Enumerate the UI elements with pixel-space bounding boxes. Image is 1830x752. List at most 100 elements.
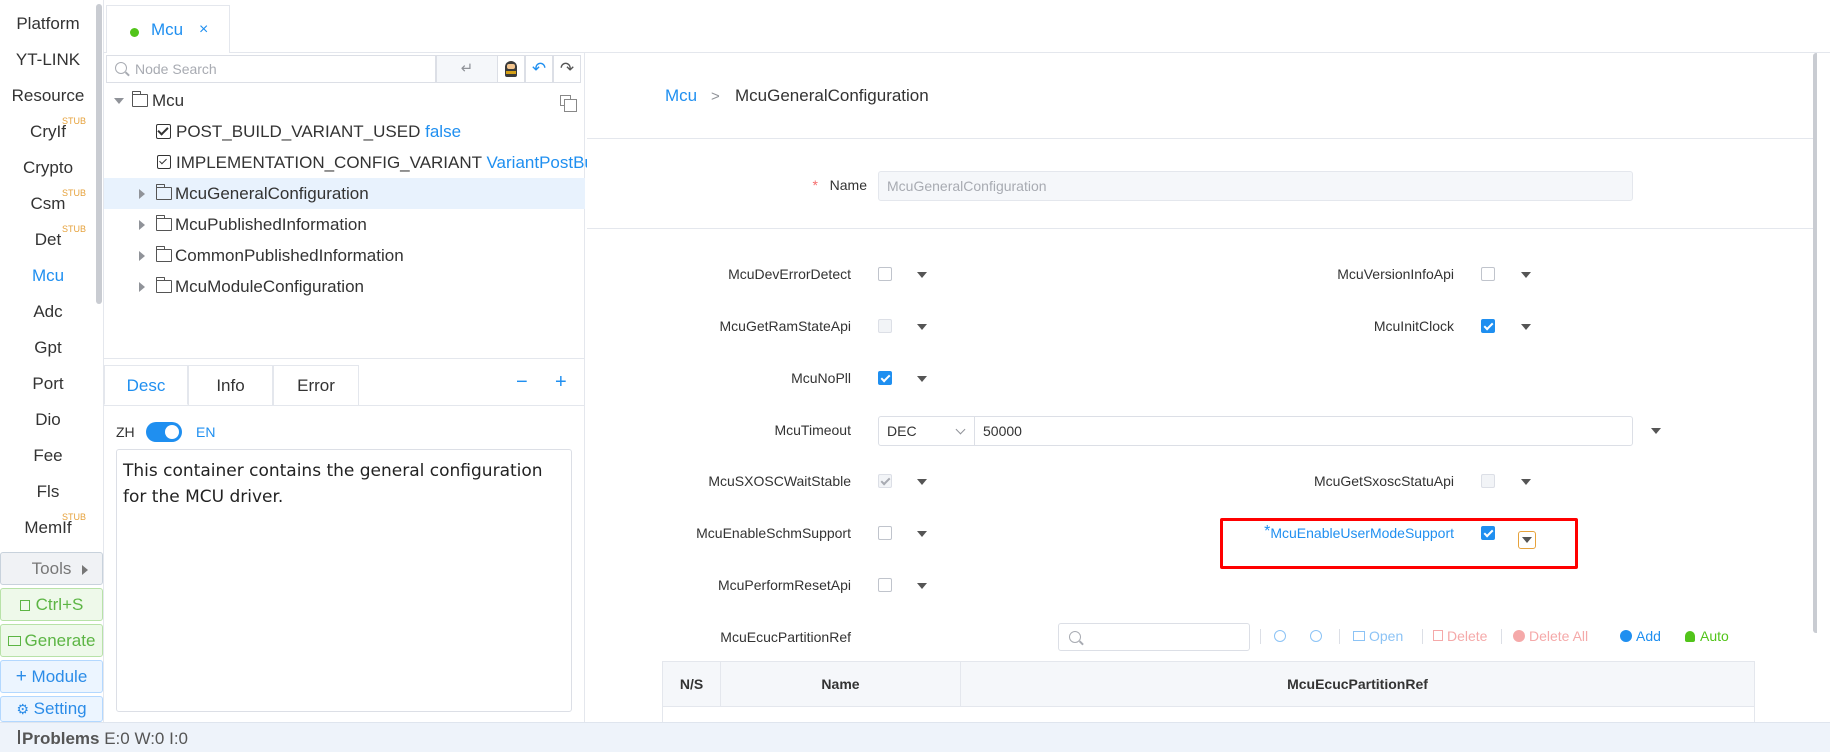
redo-icon[interactable]: ↷ bbox=[553, 55, 581, 83]
sidebar-item-label: Csm bbox=[30, 194, 66, 213]
sidebar-item-fee[interactable]: Fee bbox=[0, 438, 96, 474]
sidebar-item-det[interactable]: Det STUB bbox=[0, 222, 96, 258]
mcu-init-clock-checkbox[interactable] bbox=[1481, 319, 1495, 333]
main-scrollbar[interactable] bbox=[1813, 53, 1817, 633]
copy-icon[interactable] bbox=[560, 95, 577, 112]
chevron-down-icon[interactable] bbox=[1521, 272, 1531, 278]
mcu-timeout-label: McuTimeout bbox=[774, 422, 851, 438]
column-header-ecuc-partition-ref[interactable]: McuEcucPartitionRef bbox=[961, 662, 1754, 706]
chevron-down-icon[interactable] bbox=[917, 376, 927, 382]
ref-search-input[interactable] bbox=[1058, 623, 1250, 651]
chevron-down-icon[interactable] bbox=[917, 272, 927, 278]
description-text[interactable]: This container contains the general conf… bbox=[116, 449, 572, 712]
name-input[interactable]: McuGeneralConfiguration bbox=[878, 171, 1633, 201]
mcu-version-info-api-checkbox[interactable] bbox=[1481, 267, 1495, 281]
tab-mcu[interactable]: Mcu × bbox=[106, 5, 230, 53]
mcu-enable-user-mode-support-checkbox[interactable] bbox=[1481, 526, 1495, 540]
mcu-sxosc-wait-stable-checkbox[interactable] bbox=[878, 474, 892, 488]
delete-all-button[interactable]: Delete All bbox=[1513, 628, 1588, 644]
collapse-panel-button[interactable]: − bbox=[516, 371, 528, 394]
language-toggle[interactable] bbox=[146, 422, 182, 442]
mcu-get-sxosc-statu-api-checkbox[interactable] bbox=[1481, 474, 1495, 488]
tab-desc[interactable]: Desc bbox=[104, 365, 188, 405]
timeout-format-select[interactable]: DEC bbox=[878, 416, 975, 446]
sidebar-item-label: Fls bbox=[36, 482, 60, 501]
chevron-down-icon[interactable] bbox=[917, 324, 927, 330]
column-header-name[interactable]: Name bbox=[721, 662, 961, 706]
chevron-down-icon[interactable] bbox=[1518, 531, 1536, 549]
plus-circle-icon bbox=[1620, 630, 1632, 642]
sidebar-item-platform[interactable]: Platform bbox=[0, 6, 96, 42]
tree-node-mcu-module-configuration[interactable]: McuModuleConfiguration bbox=[104, 271, 585, 302]
chevron-down-icon[interactable] bbox=[917, 583, 927, 589]
setting-button[interactable]: ⚙ Setting bbox=[0, 696, 103, 722]
sidebar-item-csm[interactable]: Csm STUB bbox=[0, 186, 96, 222]
tabs-divider bbox=[104, 405, 585, 406]
sidebar-item-dio[interactable]: Dio bbox=[0, 402, 96, 438]
undo-icon[interactable]: ↶ bbox=[525, 55, 553, 83]
sidebar-item-resource[interactable]: Resource bbox=[0, 78, 96, 114]
sidebar-scrollbar[interactable] bbox=[96, 4, 102, 304]
plus-icon: + bbox=[15, 666, 27, 687]
generate-button[interactable]: Generate bbox=[0, 624, 103, 657]
sidebar-item-memif[interactable]: MemIf STUB bbox=[0, 510, 96, 546]
tree-node-root[interactable]: Mcu bbox=[104, 85, 585, 116]
sidebar-item-crypto[interactable]: Crypto bbox=[0, 150, 96, 186]
mcu-dev-error-detect-label: McuDevErrorDetect bbox=[728, 266, 851, 282]
open-button[interactable]: Open bbox=[1353, 628, 1403, 644]
config-tree-panel: ↵ ↶ ↷ Mcu POST_BUILD_VARIANT_USED false … bbox=[104, 53, 611, 358]
chevron-down-icon[interactable] bbox=[917, 479, 927, 485]
sidebar-item-cryif[interactable]: CryIf STUB bbox=[0, 114, 96, 150]
chevron-down-icon[interactable] bbox=[1521, 479, 1531, 485]
sidebar-item-fls[interactable]: Fls bbox=[0, 474, 96, 510]
timeout-value-input[interactable]: 50000 bbox=[974, 416, 1633, 446]
mcu-version-info-api-label: McuVersionInfoApi bbox=[1337, 266, 1454, 282]
mcu-perform-reset-api-checkbox[interactable] bbox=[878, 578, 892, 592]
chevron-down-icon[interactable] bbox=[917, 531, 927, 537]
mcu-dev-error-detect-checkbox[interactable] bbox=[878, 267, 892, 281]
tree-node-implementation-config-variant[interactable]: IMPLEMENTATION_CONFIG_VARIANT VariantPos… bbox=[104, 147, 611, 178]
tree-node-mcu-general-configuration[interactable]: McuGeneralConfiguration bbox=[104, 178, 585, 209]
sidebar-item-label: Port bbox=[32, 374, 64, 393]
tab-error[interactable]: Error bbox=[273, 365, 359, 405]
add-button[interactable]: Add bbox=[1620, 628, 1661, 644]
move-down-button[interactable] bbox=[1310, 628, 1326, 644]
column-header-ns[interactable]: N/S bbox=[663, 662, 721, 706]
lang-zh-label: ZH bbox=[116, 424, 135, 440]
node-search bbox=[106, 55, 436, 83]
sidebar-item-gpt[interactable]: Gpt bbox=[0, 330, 96, 366]
delete-button[interactable]: Delete bbox=[1433, 628, 1487, 644]
save-button[interactable]: Ctrl+S bbox=[0, 588, 103, 621]
tree-node-mcu-published-information[interactable]: McuPublishedInformation bbox=[104, 209, 585, 240]
tree-node-common-published-information[interactable]: CommonPublishedInformation bbox=[104, 240, 585, 271]
tools-menu-button[interactable]: Tools bbox=[0, 552, 103, 585]
problems-status[interactable]: Problems E:0 W:0 I:0 bbox=[12, 729, 188, 749]
mcu-get-ram-state-api-checkbox[interactable] bbox=[878, 319, 892, 333]
tab-info[interactable]: Info bbox=[188, 365, 273, 405]
add-module-button[interactable]: + Module bbox=[0, 660, 103, 693]
close-icon[interactable]: × bbox=[199, 6, 208, 54]
divider bbox=[1260, 629, 1261, 644]
expand-panel-button[interactable]: + bbox=[555, 371, 567, 394]
sidebar-item-port[interactable]: Port bbox=[0, 366, 96, 402]
sidebar-item-yt-link[interactable]: YT-LINK bbox=[0, 42, 96, 78]
mcu-enable-schm-support-checkbox[interactable] bbox=[878, 526, 892, 540]
search-enter-button[interactable]: ↵ bbox=[436, 55, 498, 83]
move-up-button[interactable] bbox=[1274, 628, 1290, 644]
tree-node-post-build-variant-used[interactable]: POST_BUILD_VARIANT_USED false bbox=[104, 116, 585, 147]
node-search-input[interactable] bbox=[135, 56, 425, 82]
sidebar-item-adc[interactable]: Adc bbox=[0, 294, 96, 330]
editor-tab-bar: Mcu × bbox=[104, 0, 1830, 53]
divider bbox=[587, 138, 1817, 139]
tab-mcu-label: Mcu bbox=[151, 20, 184, 39]
tools-label: Tools bbox=[31, 559, 72, 578]
mcu-no-pll-checkbox[interactable] bbox=[878, 371, 892, 385]
caret-down-icon bbox=[114, 98, 124, 104]
breadcrumb-mcu[interactable]: Mcu bbox=[665, 86, 697, 106]
auto-button[interactable]: Auto bbox=[1685, 628, 1729, 644]
sidebar-item-mcu[interactable]: Mcu bbox=[0, 258, 96, 294]
sidebar-item-label: Platform bbox=[16, 14, 80, 33]
chevron-down-icon[interactable] bbox=[1521, 324, 1531, 330]
chevron-down-icon[interactable] bbox=[1651, 428, 1661, 434]
agent-icon[interactable] bbox=[497, 55, 525, 83]
